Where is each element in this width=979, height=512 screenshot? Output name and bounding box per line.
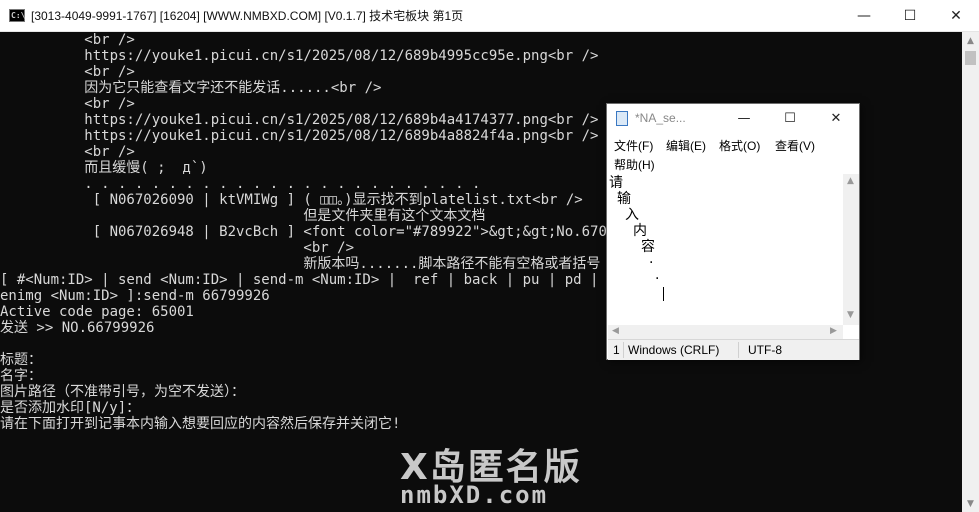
scroll-up-arrow-icon[interactable]: ▲ (962, 32, 979, 49)
console-prompt-title: 标题： (0, 352, 42, 368)
text-char: 容 (641, 239, 655, 255)
console-line: 新版本吗.......脚本路径不能有空格或者括号 (0, 256, 601, 272)
status-encoding: UTF-8 (748, 343, 782, 357)
text-char: 内 (633, 223, 647, 239)
close-button[interactable]: ✕ (933, 0, 979, 31)
minimize-button[interactable]: — (841, 0, 887, 31)
text-char: · (649, 255, 654, 271)
status-line-ending: Windows (CRLF) (628, 343, 720, 357)
console-line: <br /> (0, 96, 135, 112)
console-line: Active code page: 65001 (0, 304, 194, 320)
text-char: · (655, 271, 660, 287)
notepad-status-bar: 1 Windows (CRLF) UTF-8 (608, 339, 859, 360)
notepad-title: *NA_se... (635, 111, 686, 125)
console-line: https://youke1.picui.cn/s1/2025/08/12/68… (0, 48, 599, 64)
status-position: 1 (613, 343, 620, 357)
scroll-up-arrow-icon[interactable]: ▲ (847, 176, 854, 186)
menu-file[interactable]: 文件(F) (614, 137, 653, 154)
notepad-maximize-button[interactable]: ☐ (767, 104, 813, 133)
console-line: <br /> (0, 144, 135, 160)
scroll-down-arrow-icon[interactable]: ▼ (962, 495, 979, 512)
console-line: . . . . . . . . . . . . . . . . . . . . … (0, 176, 481, 192)
console-prompt-instruction: 请在下面打开到记事本内输入想要回应的内容然后保存并关闭它! (0, 416, 401, 432)
console-prompt-watermark: 是否添加水印[N/y]： (0, 400, 141, 416)
text-char: 入 (625, 207, 639, 223)
notepad-title-bar[interactable]: *NA_se... — ☐ ✕ (607, 104, 859, 133)
menu-edit[interactable]: 编辑(E) (666, 137, 706, 154)
menu-format[interactable]: 格式(O) (719, 137, 760, 154)
text-caret (663, 287, 664, 301)
menu-help[interactable]: 帮助(H) (614, 156, 655, 173)
console-line: [ N067026090 | ktVMIWg ] ( ◫◫。)显示找不到plat… (0, 192, 583, 208)
console-line: 但是文件夹里有这个文本文档 (0, 208, 486, 224)
status-divider (623, 342, 624, 358)
notepad-horizontal-scrollbar[interactable]: ◀ ▶ (608, 325, 843, 339)
console-command-help: enimg <Num:ID> ]:send-m 66799926 (0, 288, 270, 304)
scrollbar-thumb[interactable] (965, 51, 976, 65)
notepad-icon (616, 111, 628, 126)
console-line: https://youke1.picui.cn/s1/2025/08/12/68… (0, 112, 599, 128)
scroll-down-arrow-icon[interactable]: ▼ (847, 310, 854, 320)
text-char: 请 (609, 175, 623, 191)
console-icon[interactable]: C:\ (9, 9, 25, 22)
scroll-right-arrow-icon[interactable]: ▶ (830, 326, 837, 336)
console-line: <br /> (0, 240, 355, 256)
console-scrollbar[interactable]: ▲ ▼ (962, 32, 979, 512)
notepad-window[interactable]: *NA_se... — ☐ ✕ 文件(F) 编辑(E) 格式(O) 查看(V) … (606, 103, 860, 360)
watermark-url: nmbXD.com (400, 481, 549, 509)
notepad-vertical-scrollbar[interactable]: ▲ ▼ (843, 174, 859, 325)
console-title-bar[interactable]: C:\ [3013-4049-9991-1767] [16204] [WWW.N… (0, 0, 979, 32)
console-prompt-image-path: 图片路径（不准带引号，为空不发送）： (0, 384, 245, 400)
status-divider (738, 342, 739, 358)
maximize-button[interactable]: ☐ (887, 0, 933, 31)
console-line: 而且缓慢( ; д`) (0, 160, 208, 176)
text-char: 输 (617, 191, 631, 207)
scroll-left-arrow-icon[interactable]: ◀ (612, 326, 619, 336)
console-window-title: [3013-4049-9991-1767] [16204] [WWW.NMBXD… (31, 9, 464, 23)
notepad-close-button[interactable]: ✕ (813, 104, 859, 133)
console-line: <br /> (0, 32, 135, 48)
console-line: https://youke1.picui.cn/s1/2025/08/12/68… (0, 128, 599, 144)
console-line: 发送 >> NO.66799926 (0, 320, 155, 336)
notepad-text-area[interactable]: 请 输 入 内 容 · · (608, 174, 843, 325)
console-line: [ N067026948 | B2vcBch ] <font color="#7… (0, 224, 650, 240)
menu-view[interactable]: 查看(V) (775, 137, 815, 154)
console-line: <br /> (0, 64, 135, 80)
console-prompt-name: 名字： (0, 368, 42, 384)
console-line: 因为它只能查看文字还不能发话......<br /> (0, 80, 382, 96)
notepad-minimize-button[interactable]: — (721, 104, 767, 133)
